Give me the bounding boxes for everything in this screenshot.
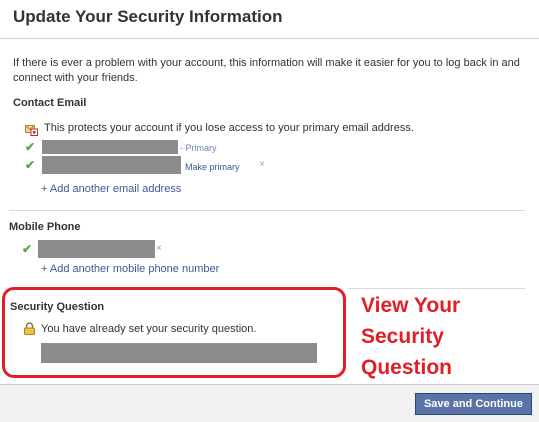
check-icon: ✔: [25, 140, 36, 154]
envelope-icon: [25, 123, 38, 136]
primary-email-label: - Primary: [180, 143, 217, 153]
remove-phone-icon[interactable]: ×: [156, 244, 162, 254]
footer-bar: Save and Continue: [0, 384, 539, 422]
lock-icon: [24, 322, 35, 335]
contact-email-note-text: This protects your account if you lose a…: [44, 122, 414, 134]
phone-redacted: [38, 240, 155, 258]
security-question-redacted: [41, 343, 317, 363]
email-redacted-primary: [42, 140, 178, 154]
callout-annotation: View Your Security Question: [361, 290, 531, 383]
add-email-link[interactable]: + Add another email address: [41, 183, 181, 195]
intro-text: If there is ever a problem with your acc…: [13, 57, 520, 84]
callout-line-2: Security: [361, 325, 444, 348]
callout-line-3: Question: [361, 356, 453, 379]
callout-line-1: View Your: [361, 294, 461, 317]
section-divider: [348, 288, 525, 289]
check-icon: ✔: [25, 158, 36, 172]
contact-email-heading: Contact Email: [13, 97, 87, 109]
security-question-note: You have already set your security quest…: [41, 323, 257, 335]
page-title: Update Your Security Information: [13, 7, 283, 26]
mobile-phone-heading: Mobile Phone: [9, 221, 81, 233]
save-and-continue-button[interactable]: Save and Continue: [414, 393, 532, 415]
make-primary-link[interactable]: Make primary: [185, 162, 240, 172]
contact-email-note: This protects your account if you lose a…: [25, 120, 414, 136]
add-phone-link[interactable]: + Add another mobile phone number: [41, 263, 219, 275]
email-redacted-secondary: [42, 156, 181, 174]
section-divider: [9, 210, 525, 211]
check-icon: ✔: [22, 242, 33, 256]
remove-email-icon[interactable]: ×: [259, 160, 265, 170]
title-divider: [0, 38, 539, 39]
security-question-heading: Security Question: [10, 301, 105, 313]
